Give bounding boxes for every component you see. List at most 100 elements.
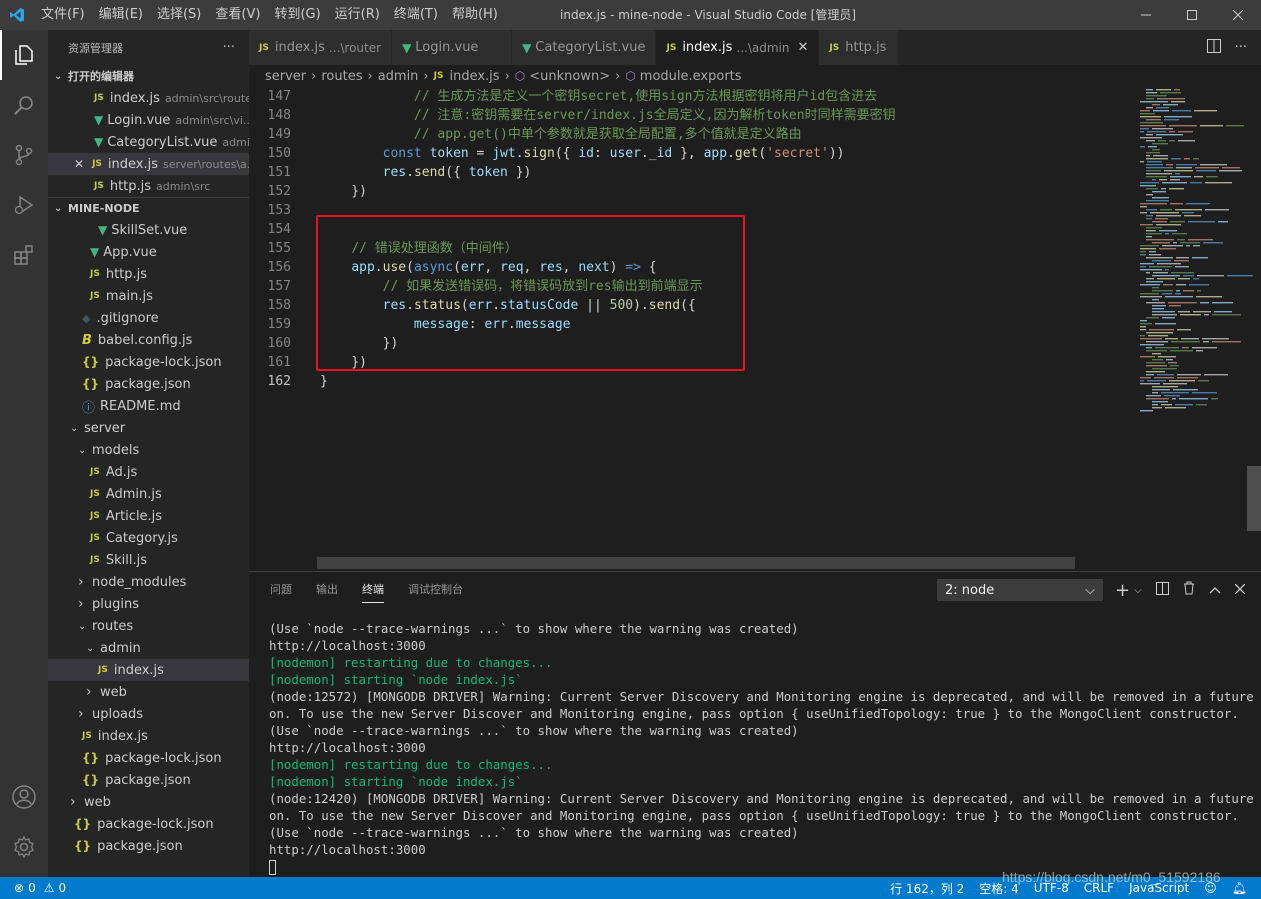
tree-item[interactable]: Bbabel.config.js	[48, 329, 249, 351]
source-control-icon[interactable]	[0, 130, 48, 180]
account-icon[interactable]	[0, 772, 48, 822]
code-line[interactable]: 152 })	[249, 182, 1132, 201]
tree-item[interactable]: {} package.json	[48, 769, 249, 791]
menu-item[interactable]: 选择(S)	[150, 0, 208, 30]
open-editor-item[interactable]: ▼ Login.vue admin\src\vi...	[48, 109, 249, 131]
bell-icon[interactable]: 🔔︎	[1232, 881, 1247, 895]
code-line[interactable]: 149 // app.get()中单个参数就是获取全局配置,多个值就是定义路由	[249, 125, 1132, 144]
open-editor-item[interactable]: ✕ JS index.js server\routes\a...	[48, 153, 249, 175]
code-line[interactable]: 162}	[249, 372, 1132, 391]
tree-item[interactable]: ◆ .gitignore	[48, 307, 249, 329]
tree-item[interactable]: ⓘ README.md	[48, 395, 249, 417]
close-icon[interactable]: ✕	[74, 157, 84, 171]
tree-item[interactable]: › web	[48, 791, 249, 813]
tree-item[interactable]: JS Skill.js	[48, 549, 249, 571]
tree-item[interactable]: JS Category.js	[48, 527, 249, 549]
breadcrumb-item[interactable]: index.js	[449, 69, 499, 84]
open-editors-section[interactable]: ⌄ 打开的编辑器	[48, 65, 249, 87]
chevron-down-icon[interactable]: ⌵	[1134, 585, 1142, 596]
extensions-icon[interactable]	[0, 230, 48, 280]
minimap[interactable]	[1132, 87, 1261, 571]
cursor-position[interactable]: 行 162，列 2	[890, 880, 964, 897]
panel-tab[interactable]: 问题	[270, 581, 292, 597]
project-section[interactable]: ⌄ MINE-NODE	[48, 197, 249, 219]
code-line[interactable]: 150 const token = jwt.sign({ id: user._i…	[249, 144, 1132, 163]
tree-item[interactable]: JS main.js	[48, 285, 249, 307]
panel-tab[interactable]: 输出	[316, 581, 338, 597]
minimap-line	[1140, 101, 1168, 103]
code-line[interactable]: 151 res.send({ token })	[249, 163, 1132, 182]
editor-tab[interactable]: ▼ CategoryList.vue	[512, 30, 657, 65]
problems-status[interactable]: ⊗ 0 ⚠ 0	[14, 877, 66, 899]
tree-item[interactable]: JS index.js	[48, 725, 249, 747]
minimap-line	[1162, 317, 1175, 319]
tree-item[interactable]: {} package.json	[48, 835, 249, 857]
tree-item[interactable]: ⌄ admin	[48, 637, 249, 659]
tree-item[interactable]: JS Admin.js	[48, 483, 249, 505]
more-actions-icon[interactable]: ···	[223, 40, 235, 55]
tree-item[interactable]: › plugins	[48, 593, 249, 615]
terminal-select[interactable]: 2: node ⌵	[937, 579, 1103, 601]
code-line[interactable]: 147 // 生成方法是定义一个密钥secret,使用sign方法根据密钥将用户…	[249, 87, 1132, 106]
settings-gear-icon[interactable]	[0, 822, 48, 872]
search-icon[interactable]	[0, 80, 48, 130]
menu-item[interactable]: 文件(F)	[34, 0, 92, 30]
tree-item[interactable]: ⌄ server	[48, 417, 249, 439]
breadcrumb-item[interactable]: routes	[321, 69, 362, 84]
split-terminal-icon[interactable]	[1155, 581, 1169, 599]
menu-item[interactable]: 查看(V)	[208, 0, 267, 30]
close-tab-icon[interactable]: ✕	[798, 40, 809, 55]
tree-item[interactable]: ⌄ routes	[48, 615, 249, 637]
menu-item[interactable]: 编辑(E)	[92, 0, 150, 30]
tree-item[interactable]: {} package-lock.json	[48, 747, 249, 769]
breadcrumb-item[interactable]: module.exports	[640, 69, 742, 84]
editor-tab[interactable]: JS index.js ...\router	[249, 30, 393, 65]
chevron-right-icon: ›	[86, 684, 92, 700]
terminal-output[interactable]: (Use `node --trace-warnings ...` to show…	[269, 620, 1254, 875]
tree-item[interactable]: ⌄ models	[48, 439, 249, 461]
tree-item[interactable]: › web	[48, 681, 249, 703]
panel-tab[interactable]: 终端	[362, 581, 384, 603]
run-debug-icon[interactable]	[0, 180, 48, 230]
more-editor-actions-icon[interactable]: ···	[1235, 40, 1247, 55]
open-editor-item[interactable]: JS http.js admin\src	[48, 175, 249, 197]
new-terminal-icon[interactable]: +	[1115, 580, 1130, 601]
tree-item[interactable]: › uploads	[48, 703, 249, 725]
minimap-line	[1206, 176, 1218, 178]
menu-item[interactable]: 运行(R)	[328, 0, 387, 30]
maximize-icon[interactable]	[1169, 0, 1215, 30]
tree-item[interactable]: JS Article.js	[48, 505, 249, 527]
panel-tab[interactable]: 调试控制台	[408, 581, 463, 597]
minimize-icon[interactable]	[1123, 0, 1169, 30]
tree-item[interactable]: JS Ad.js	[48, 461, 249, 483]
minimap-line	[1176, 257, 1189, 259]
tree-item[interactable]: {} package-lock.json	[48, 351, 249, 373]
breadcrumb-item[interactable]: admin	[378, 69, 419, 84]
open-editor-item[interactable]: ▼CategoryList.vue admi...	[48, 131, 249, 153]
close-window-icon[interactable]	[1215, 0, 1261, 30]
editor-tab[interactable]: JS index.js ...\admin ✕	[656, 30, 820, 65]
horizontal-scrollbar[interactable]	[317, 557, 1075, 569]
breadcrumb-item[interactable]: server	[265, 69, 306, 84]
editor-tab[interactable]: ▼ Login.vue	[392, 30, 513, 65]
tree-item[interactable]: › node_modules	[48, 571, 249, 593]
tree-item[interactable]: JS index.js	[48, 659, 249, 681]
vertical-scrollbar[interactable]	[1247, 466, 1261, 531]
editor-tab[interactable]: JS http.js	[819, 30, 900, 65]
explorer-icon[interactable]	[0, 30, 48, 80]
tree-item[interactable]: ▼ SkillSet.vue	[48, 219, 249, 241]
breadcrumb-item[interactable]: <unknown>	[529, 69, 610, 84]
maximize-panel-icon[interactable]	[1209, 583, 1221, 598]
split-editor-icon[interactable]	[1206, 38, 1221, 57]
close-panel-icon[interactable]	[1234, 583, 1246, 598]
menu-item[interactable]: 帮助(H)	[445, 0, 505, 30]
menu-item[interactable]: 终端(T)	[387, 0, 445, 30]
open-editor-item[interactable]: JS index.js admin\src\router	[48, 87, 249, 109]
code-line[interactable]: 148 // 注意:密钥需要在server/index.js全局定义,因为解析t…	[249, 106, 1132, 125]
trash-icon[interactable]	[1183, 581, 1195, 599]
tree-item[interactable]: ▼ App.vue	[48, 241, 249, 263]
tree-item[interactable]: {} package-lock.json	[48, 813, 249, 835]
menu-item[interactable]: 转到(G)	[267, 0, 327, 30]
tree-item[interactable]: JS http.js	[48, 263, 249, 285]
tree-item[interactable]: {} package.json	[48, 373, 249, 395]
